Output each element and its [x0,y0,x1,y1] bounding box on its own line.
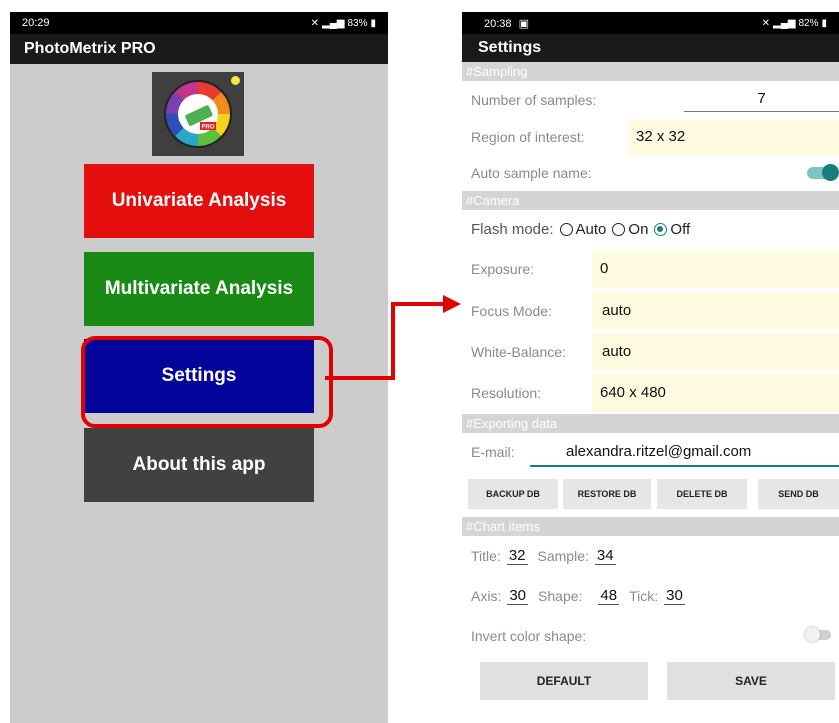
notification-dot [231,76,240,85]
signal-icon: ▂▄▆ [773,17,796,29]
num-samples-input[interactable]: 7 [684,87,839,112]
chart-tick-label: Tick: [629,588,659,604]
email-label: E-mail: [471,444,515,460]
status-time: 20:38 [484,17,512,30]
flash-off-label: Off [670,220,691,238]
white-balance-select[interactable]: auto [592,333,839,370]
auto-sample-name-toggle[interactable] [807,164,839,181]
flash-auto-radio[interactable] [559,222,573,236]
univariate-analysis-button[interactable]: Univariate Analysis [84,164,314,238]
battery-icon: ▮ [370,17,376,29]
chart-title-size-input[interactable]: 32 [506,547,528,565]
mute-icon: ✕ [310,17,319,29]
chart-axis-shape-tick-row: Axis: 30 Shape: 48 Tick: 30 [462,576,839,616]
app-logo: PRO [152,72,244,156]
flash-auto-label: Auto [575,220,607,238]
num-samples-label: Number of samples: [471,92,597,108]
chart-title-label: Title: [471,548,501,564]
aperture-logo-icon: PRO [164,80,232,148]
status-bar: 20:38 ▣ ✕ ▂▄▆ 82% ▮ [462,12,839,34]
chart-shape-size-input[interactable]: 48 [598,587,620,605]
email-input[interactable]: alexandra.ritzel@gmail.com [530,439,839,467]
focus-mode-select[interactable]: auto [592,292,839,329]
resolution-row: Resolution: 640 x 480 [462,372,839,414]
exposure-label: Exposure: [471,261,535,277]
status-time: 20:29 [22,17,50,29]
backup-db-button[interactable]: BACKUP DB [468,479,558,509]
settings-screen: 20:38 ▣ ✕ ▂▄▆ 82% ▮ Settings #Sampling N… [462,12,839,723]
page-title: Settings [462,34,839,62]
email-row: E-mail: alexandra.ritzel@gmail.com [462,433,839,471]
multivariate-analysis-button[interactable]: Multivariate Analysis [84,252,314,326]
app-title: PhotoMetrix PRO [10,34,388,64]
exposure-row: Exposure: 0 [462,248,839,290]
db-buttons-row: BACKUP DB RESTORE DB DELETE DB SEND DB [462,471,839,517]
battery-percent: 83% [347,17,368,29]
gallery-icon: ▣ [518,17,529,30]
signal-icon: ▂▄▆ [322,17,345,29]
auto-sample-name-row: Auto sample name: [462,155,839,191]
chart-axis-label: Axis: [471,588,502,604]
chart-sample-label: Sample: [537,548,589,564]
chart-shape-label: Shape: [538,588,583,604]
default-button[interactable]: DEFAULT [480,662,648,700]
logo-pro-text: PRO [201,125,214,131]
flash-mode-label: Flash mode: [471,220,554,238]
battery-percent: 82% [798,17,819,29]
white-balance-label: White-Balance: [471,343,566,360]
delete-db-button[interactable]: DELETE DB [657,479,747,509]
send-db-button[interactable]: SEND DB [758,479,839,509]
navigation-arrow-icon [325,295,461,380]
invert-color-row: Invert color shape: [462,616,839,656]
sampling-section-header: #Sampling [462,62,839,81]
mute-icon: ✕ [761,17,770,29]
exposure-input[interactable]: 0 [592,250,839,288]
invert-color-label: Invert color shape: [471,628,587,644]
roi-label: Region of interest: [471,129,585,145]
footer-buttons: DEFAULT SAVE [462,656,839,706]
settings-button[interactable]: Settings [84,339,314,413]
auto-sample-name-label: Auto sample name: [471,165,592,181]
resolution-label: Resolution: [471,385,542,401]
about-app-button[interactable]: About this app [84,428,314,502]
chart-tick-size-input[interactable]: 30 [664,587,685,605]
invert-color-toggle[interactable] [805,627,831,642]
focus-mode-row: Focus Mode: auto [462,290,839,331]
battery-icon: ▮ [821,17,827,29]
roi-input[interactable]: 32 x 32 [628,119,839,155]
flash-mode-row: Flash mode: Auto On Off [462,210,839,248]
chart-title-sample-row: Title: 32 Sample: 34 [462,536,839,576]
num-samples-row: Number of samples: 7 [462,81,839,119]
export-section-header: #Exporting data [462,414,839,433]
white-balance-row: White-Balance: auto [462,331,839,372]
roi-row: Region of interest: 32 x 32 [462,119,839,155]
status-bar: 20:29 ✕ ▂▄▆ 83% ▮ [10,12,388,34]
focus-mode-label: Focus Mode: [471,302,552,319]
restore-db-button[interactable]: RESTORE DB [563,479,651,509]
camera-section-header: #Camera [462,191,839,210]
save-button[interactable]: SAVE [667,662,835,700]
chart-items-section-header: #Chart items [462,517,839,536]
flash-on-label: On [628,220,649,238]
flash-on-radio[interactable] [612,222,626,236]
flash-off-radio[interactable] [654,222,668,236]
resolution-select[interactable]: 640 x 480 [592,374,839,412]
chart-axis-size-input[interactable]: 30 [507,587,529,605]
chart-sample-size-input[interactable]: 34 [594,547,616,565]
